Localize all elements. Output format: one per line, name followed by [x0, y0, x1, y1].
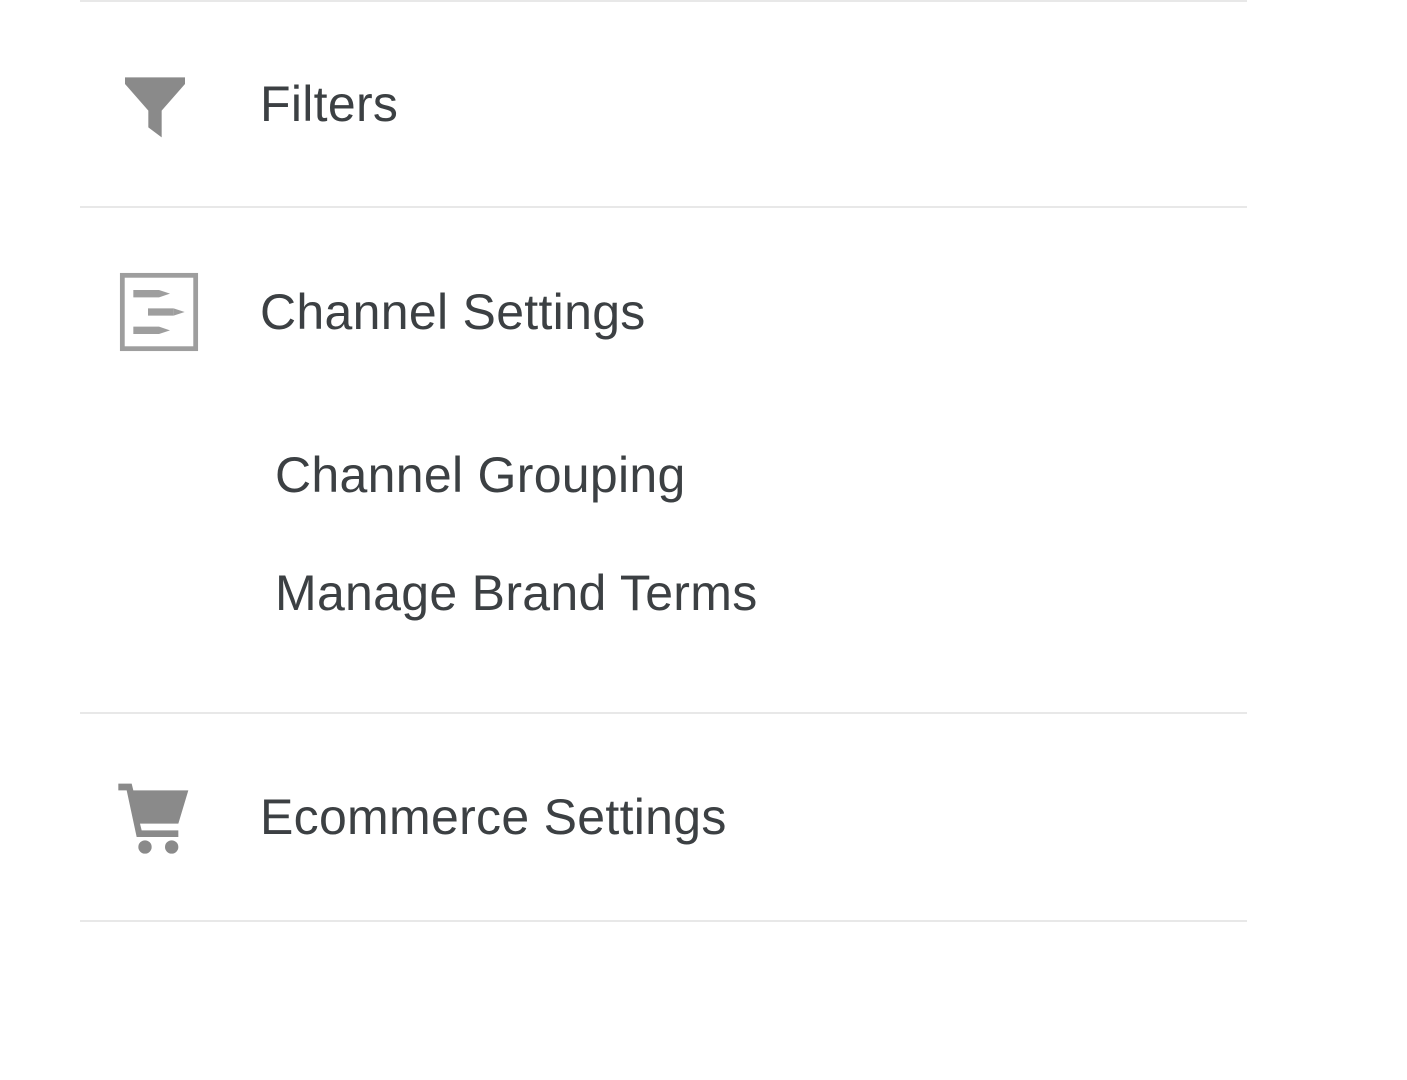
sidebar-item-label: Filters — [260, 75, 398, 133]
sidebar-item-channel-settings-header[interactable]: Channel Settings — [80, 208, 1247, 416]
sidebar-item-label: Ecommerce Settings — [260, 788, 727, 846]
funnel-icon — [80, 64, 260, 144]
sidebar-item-ecommerce-settings[interactable]: Ecommerce Settings — [80, 714, 1247, 922]
sidebar-item-label: Channel Settings — [260, 283, 646, 341]
sidebar-subitems: Channel Grouping Manage Brand Terms — [80, 416, 1247, 712]
sidebar-item-filters[interactable]: Filters — [80, 0, 1247, 208]
cart-icon — [80, 777, 260, 857]
sidebar-item-channel-settings: Channel Settings Channel Grouping Manage… — [80, 208, 1247, 714]
sidebar-subitem-manage-brand-terms[interactable]: Manage Brand Terms — [275, 534, 1247, 652]
channel-icon — [80, 268, 260, 356]
sidebar-nav: Filters Channel Settings — [0, 0, 1407, 922]
sidebar-subitem-channel-grouping[interactable]: Channel Grouping — [275, 416, 1247, 534]
